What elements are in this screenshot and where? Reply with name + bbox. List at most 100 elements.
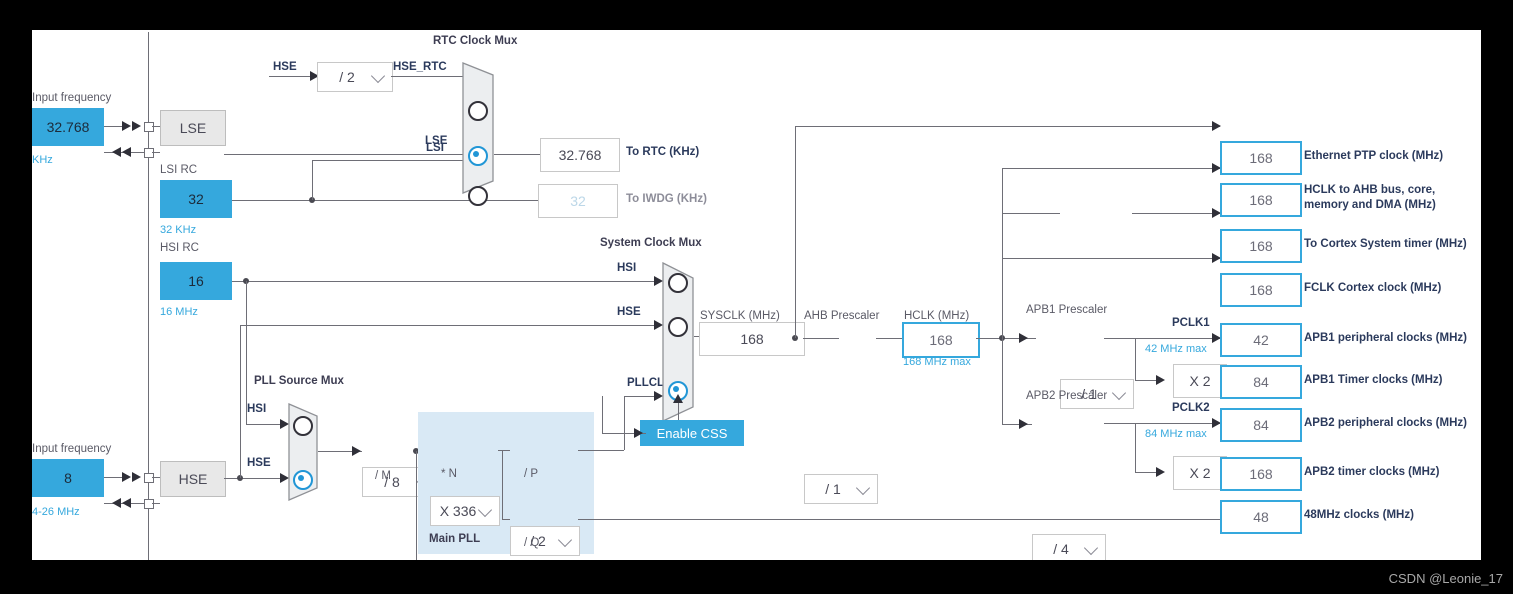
output-box-apb1-peripheral: 42	[1220, 323, 1302, 357]
apb2-timer-vert	[1135, 423, 1136, 472]
hse-rtc-prescaler-value: / 2	[339, 69, 355, 85]
hse-oscillator-block: HSE	[160, 461, 226, 497]
lse-input-caption: Input frequency	[32, 92, 111, 105]
rtc-clock-mux	[462, 62, 494, 194]
enable-css-button[interactable]: Enable CSS	[640, 420, 744, 446]
to-rtc-value-box: 32.768	[540, 138, 620, 172]
pll-n-to-q-vert	[502, 450, 503, 519]
hclk-ahb-branch	[1002, 168, 1220, 169]
rtc-clock-mux-title: RTC Clock Mux	[433, 35, 517, 47]
apb1-prescaler-select[interactable]: / 4	[1032, 534, 1106, 560]
clock-configuration-screen: Input frequency 32.768 KHz LSE LSE HSE /…	[0, 0, 1513, 594]
pll-p-sublabel: / P	[524, 468, 538, 481]
pclk2-wire	[1104, 423, 1220, 424]
pll-n-sublabel: * N	[441, 468, 457, 481]
pll-m-divider-sublabel: / M	[375, 470, 391, 483]
chevron-down-icon	[558, 533, 572, 547]
hse-rtc-prescaler-select[interactable]: / 2	[317, 62, 393, 92]
css-to-mux-vert	[678, 403, 679, 420]
system-clock-mux-option-hsi[interactable]	[668, 273, 688, 293]
css-in-arrow	[634, 428, 643, 438]
hse-out-arrow-1	[112, 498, 121, 508]
ahb-prescaler-value: / 1	[825, 481, 841, 497]
pllclk-up-vert	[624, 396, 625, 450]
pll-source-mux-title: PLL Source Mux	[254, 375, 344, 387]
pll-m-down-vert	[416, 451, 417, 560]
hsi-sysmux-label: HSI	[617, 262, 636, 274]
pll-n-multiplier-select[interactable]: X 336	[430, 496, 500, 526]
apb2-prescaler-in-arrow	[1019, 419, 1028, 429]
apb2-prescaler-title: APB2 Prescaler	[1026, 390, 1107, 403]
output-label-apb2-peripheral: APB2 peripheral clocks (MHz)	[1304, 416, 1467, 431]
sysclk-out-wire	[803, 338, 839, 339]
rtc-mux-option-hse-rtc[interactable]	[468, 101, 488, 121]
hsi-pllmux-label: HSI	[247, 403, 266, 415]
lse-pin-bottom	[144, 148, 154, 158]
pll-p-divider-select[interactable]: / 2	[510, 526, 580, 556]
sysclk-value-box: 168	[699, 322, 805, 356]
hse-input-frequency-field[interactable]: 8	[32, 459, 104, 497]
eth-ptp-arrow	[1212, 121, 1221, 131]
hse-to-sysmux-horiz	[240, 325, 660, 326]
lse-in-arrow-2	[132, 121, 141, 131]
output-label-apb1-peripheral: APB1 peripheral clocks (MHz)	[1304, 331, 1467, 346]
pclk1-label: PCLK1	[1172, 317, 1210, 329]
output-label-apb1-timer: APB1 Timer clocks (MHz)	[1304, 373, 1442, 388]
lse-input-frequency-field[interactable]: 32.768	[32, 108, 104, 146]
hse-pin-link-bottom	[152, 503, 160, 504]
lse-in-arrow-1	[122, 121, 131, 131]
hsi-rc-value: 16	[160, 262, 232, 300]
apb1-prescaler-value: / 4	[1053, 541, 1069, 557]
chevron-down-icon	[1084, 541, 1098, 555]
pllclk-out-wire	[578, 450, 624, 451]
hse-sysmux-label: HSE	[617, 306, 641, 318]
pllclk-to-mux-horiz	[624, 396, 658, 397]
hclk-value-box: 168	[902, 322, 980, 358]
to-rtc-label: To RTC (KHz)	[626, 145, 699, 160]
lsi-rc-title: LSI RC	[160, 164, 197, 177]
chevron-down-icon	[1112, 386, 1126, 400]
ahb-prescaler-select[interactable]: / 1	[804, 474, 878, 504]
watermark: CSDN @Leonie_17	[1389, 571, 1503, 586]
lse-pin-link-bottom	[152, 152, 160, 153]
system-clock-mux-option-hse[interactable]	[668, 317, 688, 337]
to-iwdg-value-box: 32	[538, 184, 618, 218]
pll-n-to-p-wire	[498, 450, 510, 451]
hse-input-caption: Input frequency	[32, 443, 111, 456]
lse-pin-link-top	[152, 126, 160, 127]
lsi-signal-label: LSI	[426, 142, 444, 154]
apb1-prescaler-title: APB1 Prescaler	[1026, 304, 1107, 317]
pll-source-mux-option-hse[interactable]	[293, 470, 313, 490]
hse-pllmux-label: HSE	[247, 457, 271, 469]
css-to-mux-arrow	[673, 394, 683, 403]
lse-pin-top	[144, 122, 154, 132]
rtc-mux-option-lse[interactable]	[468, 146, 488, 166]
pclk1-max-label: 42 MHz max	[1145, 343, 1207, 355]
hse-pin-link-top	[152, 477, 160, 478]
pll-source-mux	[288, 403, 318, 501]
hse-in-arrow-1	[122, 472, 131, 482]
output-label-cortex-system-timer: To Cortex System timer (MHz)	[1304, 237, 1467, 252]
output-box-ethernet-ptp: 168	[1220, 141, 1302, 175]
output-box-cortex-system-timer: 168	[1220, 229, 1302, 263]
system-clock-mux-title: System Clock Mux	[600, 237, 702, 249]
output-box-apb1-timer: 84	[1220, 365, 1302, 399]
hclk-bus-vert	[1002, 168, 1003, 424]
chevron-down-icon	[478, 503, 492, 517]
output-box-apb2-peripheral: 84	[1220, 408, 1302, 442]
lse-out-arrow-1	[112, 147, 121, 157]
lse-out-arrow-2	[122, 147, 131, 157]
rtc-mux-option-lsi[interactable]	[468, 186, 488, 206]
hse-pin-bottom	[144, 499, 154, 509]
ahb-to-hclk-wire	[876, 338, 902, 339]
output-label-hclk-ahb: HCLK to AHB bus, core, memory and DMA (M…	[1304, 183, 1436, 213]
apb2-timer-multiplier: X 2	[1173, 456, 1227, 490]
output-box-fclk-cortex: 168	[1220, 273, 1302, 307]
hse-input-unit: 4-26 MHz	[32, 506, 80, 518]
main-pll-title: Main PLL	[429, 533, 480, 546]
pll-source-mux-option-hsi[interactable]	[293, 416, 313, 436]
hse-to-pllmux-wire	[224, 478, 286, 479]
lsi-rc-unit: 32 KHz	[160, 224, 196, 236]
hsi-to-sysmux-wire	[232, 281, 660, 282]
hse-pin-top	[144, 473, 154, 483]
